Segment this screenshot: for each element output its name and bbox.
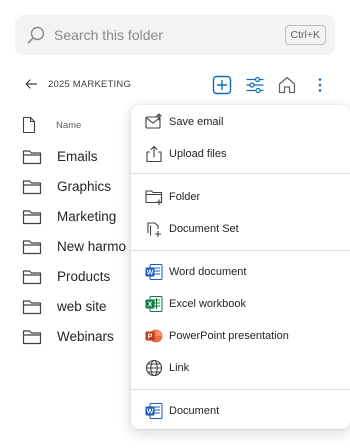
home-icon[interactable] (277, 75, 297, 95)
list-item[interactable]: web site (22, 292, 132, 322)
globe-icon (145, 359, 163, 377)
menu-item-upload-files[interactable]: Upload files (131, 139, 350, 169)
menu-item-folder[interactable]: Folder (131, 182, 350, 212)
back-arrow-icon[interactable] (24, 77, 38, 91)
list-item[interactable]: Emails (22, 142, 132, 172)
menu-item-document[interactable]: W Document (131, 396, 350, 426)
svg-text:X: X (148, 302, 153, 309)
menu-divider (131, 173, 350, 174)
upload-icon (146, 145, 162, 163)
search-input[interactable]: Search this folder (54, 27, 163, 43)
powerpoint-icon: P (145, 329, 163, 343)
new-item-menu: Save email Upload files Folder Document … (131, 105, 350, 429)
menu-item-excel-workbook[interactable]: X Excel workbook (131, 289, 350, 319)
column-name-header[interactable]: Name (56, 120, 81, 131)
menu-item-link[interactable]: Link (131, 353, 350, 383)
folder-icon (22, 210, 42, 225)
folder-name: Webinars (57, 329, 114, 344)
keyboard-shortcut-badge: Ctrl+K (284, 25, 326, 45)
menu-item-label: Document Set (169, 223, 239, 235)
list-item[interactable]: Products (22, 262, 132, 292)
menu-item-powerpoint-presentation[interactable]: P PowerPoint presentation (131, 321, 350, 351)
file-type-icon (22, 116, 36, 134)
filter-options-icon[interactable] (245, 75, 265, 95)
menu-item-label: Excel workbook (169, 298, 247, 310)
search-icon (27, 26, 45, 44)
folder-name: New harmo (57, 239, 127, 254)
folder-icon (22, 240, 42, 255)
search-bar[interactable]: Search this folder Ctrl+K (15, 15, 335, 55)
menu-item-label: Word document (169, 266, 247, 278)
folder-icon (22, 180, 42, 195)
svg-text:P: P (148, 334, 153, 341)
menu-divider (131, 389, 350, 390)
folder-icon (22, 300, 42, 315)
more-options-icon[interactable] (310, 75, 330, 95)
list-column-header: Name (22, 116, 81, 134)
menu-item-label: Save email (169, 116, 224, 128)
menu-item-label: Folder (169, 191, 201, 203)
menu-divider (131, 250, 350, 251)
menu-item-label: PowerPoint presentation (169, 330, 289, 342)
new-folder-icon (145, 190, 163, 205)
folder-icon (22, 270, 42, 285)
list-item[interactable]: Graphics (22, 172, 132, 202)
menu-item-label: Link (169, 362, 190, 374)
word-icon: W (145, 403, 163, 419)
menu-item-label: Upload files (169, 148, 227, 160)
menu-item-document-set[interactable]: Document Set (131, 214, 350, 244)
word-icon: W (145, 264, 163, 280)
menu-item-label: Document (169, 405, 220, 417)
folder-name: Products (57, 269, 111, 284)
svg-text:W: W (147, 409, 154, 416)
excel-icon: X (145, 296, 163, 312)
save-email-icon (145, 113, 162, 129)
list-item[interactable]: New harmo (22, 232, 132, 262)
breadcrumb: 2025 MARKETING (24, 77, 131, 91)
list-item[interactable]: Marketing (22, 202, 132, 232)
menu-item-save-email[interactable]: Save email (131, 107, 350, 137)
file-list: Emails Graphics Marketing New harmo Prod… (22, 142, 132, 352)
menu-item-word-document[interactable]: W Word document (131, 257, 350, 287)
folder-icon (22, 150, 42, 165)
document-set-icon (147, 222, 161, 237)
folder-name: Marketing (57, 209, 117, 224)
folder-icon (22, 330, 42, 345)
svg-text:W: W (147, 270, 154, 277)
add-new-icon[interactable] (212, 75, 232, 95)
breadcrumb-folder-label: 2025 MARKETING (48, 78, 132, 90)
folder-name: web site (57, 299, 107, 314)
folder-name: Emails (57, 149, 98, 164)
folder-name: Graphics (57, 179, 112, 194)
list-item[interactable]: Webinars (22, 322, 132, 352)
